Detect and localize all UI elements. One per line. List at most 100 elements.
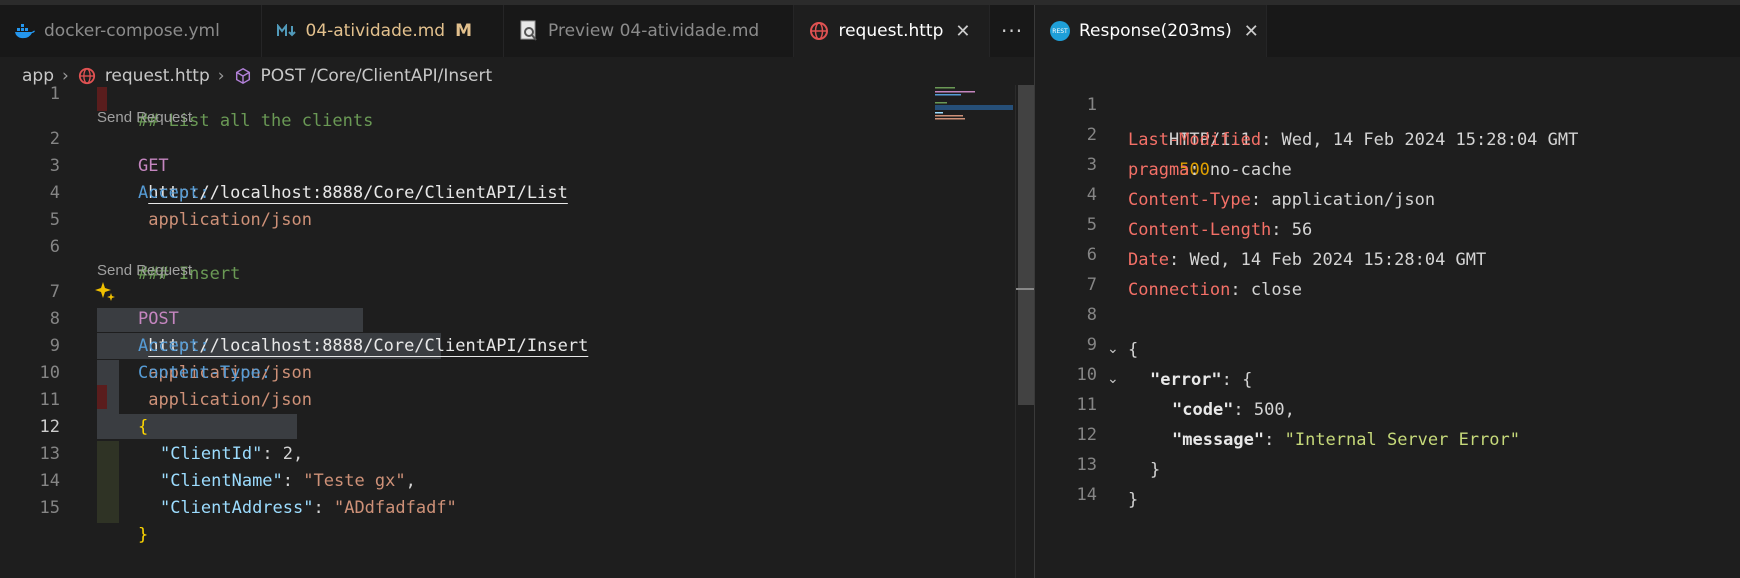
editor-tabbar: docker-compose.yml 04-atividade.md M Pre… xyxy=(0,5,1034,57)
fold-chevron-icon[interactable]: ⌄ xyxy=(1107,371,1119,387)
code-line[interactable]: "ClientId": 2, xyxy=(119,414,303,464)
tab-label: 04-atividade.md xyxy=(305,21,446,41)
line-number: 3 xyxy=(1086,155,1097,175)
line-number: 12 xyxy=(1076,425,1097,445)
json-line: } xyxy=(1150,455,1160,485)
json-key: "error" xyxy=(1150,370,1222,390)
globe-icon xyxy=(808,20,830,42)
code-line[interactable]: ### Insert xyxy=(97,234,240,284)
line-number: 7 xyxy=(49,282,60,302)
line-number: 14 xyxy=(39,471,60,491)
header-value: application/json xyxy=(148,210,312,230)
line-number: 13 xyxy=(39,444,60,464)
editor-group-response: REST Response(203ms) ✕ 1 2 3 4 5 6 7 8 9… xyxy=(1035,5,1740,578)
close-icon[interactable]: ✕ xyxy=(1244,21,1259,42)
json-key: "message" xyxy=(1172,430,1265,450)
line-number: 10 xyxy=(39,363,60,383)
vertical-scrollbar[interactable] xyxy=(1015,85,1035,578)
header-key: Date xyxy=(1128,250,1169,270)
line-number: 6 xyxy=(49,237,60,257)
tab-response[interactable]: REST Response(203ms) ✕ xyxy=(1035,5,1267,57)
code-line[interactable]: } xyxy=(97,495,148,545)
json-line: "message": "Internal Server Error" xyxy=(1172,430,1521,450)
header-value: application/json xyxy=(148,390,312,410)
header-key: pragma xyxy=(1128,160,1190,180)
chevron-right-icon: › xyxy=(62,66,69,86)
header-value: no-cache xyxy=(1209,160,1292,180)
line-number: 15 xyxy=(39,498,60,518)
globe-icon xyxy=(77,66,97,86)
line-number: 11 xyxy=(1076,395,1097,415)
editor-group-left: docker-compose.yml 04-atividade.md M Pre… xyxy=(0,5,1035,578)
json-line: "code": 500, xyxy=(1172,400,1295,420)
header-value: 56 xyxy=(1291,220,1313,240)
tab-preview-md[interactable]: Preview 04-atividade.md xyxy=(504,5,795,57)
json-colon: : xyxy=(313,498,334,518)
close-icon[interactable]: ✕ xyxy=(955,21,970,42)
line-number: 8 xyxy=(49,309,60,329)
line-number: 4 xyxy=(1086,185,1097,205)
header-key: Accept: xyxy=(137,183,210,203)
code-line[interactable]: { xyxy=(97,387,148,437)
response-header: Date: Wed, 14 Feb 2024 15:28:04 GMT xyxy=(1128,250,1487,270)
tab-atividade-md[interactable]: 04-atividade.md M xyxy=(262,5,505,57)
json-string: "Internal Server Error" xyxy=(1284,430,1521,450)
line-number: 2 xyxy=(49,129,60,149)
line-number: 9 xyxy=(1086,335,1097,355)
svg-text:REST: REST xyxy=(1052,28,1068,35)
json-brace: } xyxy=(1128,490,1139,510)
line-number: 3 xyxy=(49,156,60,176)
minimap[interactable] xyxy=(935,85,1013,125)
code-line[interactable]: GET http://localhost:8888/Core/ClientAPI… xyxy=(97,126,568,203)
header-value: Wed, 14 Feb 2024 15:28:04 GMT xyxy=(1281,130,1579,150)
response-header: pragma: no-cache xyxy=(1128,160,1292,180)
tab-docker-compose[interactable]: docker-compose.yml xyxy=(0,5,262,57)
line-number: 13 xyxy=(1076,455,1097,475)
json-key: "code" xyxy=(1172,400,1234,420)
json-brace: { xyxy=(1128,340,1139,360)
code-line[interactable]: Accept: application/json xyxy=(97,306,312,383)
fold-chevron-icon[interactable]: ⌄ xyxy=(1107,341,1119,357)
response-header: Content-Type: application/json xyxy=(1128,190,1436,210)
line-number: 14 xyxy=(1076,485,1097,505)
markdown-icon xyxy=(276,20,298,42)
header-key: Content-Type xyxy=(1128,190,1251,210)
preview-icon xyxy=(518,20,540,42)
response-header: Content-Length: 56 xyxy=(1128,220,1313,240)
json-line: "error": { xyxy=(1150,365,1252,395)
more-actions-icon[interactable]: ··· xyxy=(990,5,1034,57)
modified-indicator: M xyxy=(455,21,472,41)
line-number: 1 xyxy=(49,84,60,104)
header-key: Content-Length xyxy=(1128,220,1272,240)
json-string: "ADdfadfadf" xyxy=(333,498,457,518)
line-number: 1 xyxy=(1086,95,1097,115)
tab-label: Preview 04-atividade.md xyxy=(548,21,760,41)
code-line[interactable]: Accept: application/json xyxy=(97,153,312,230)
tab-request-http[interactable]: request.http ✕ xyxy=(794,5,991,57)
code-line[interactable]: "ClientAddress": "ADdfadfadf" xyxy=(119,468,457,518)
header-key: Last-Modified xyxy=(1128,130,1262,150)
header-key: Connection xyxy=(1128,280,1231,300)
code-line[interactable]: POST http://localhost:8888/Core/ClientAP… xyxy=(97,279,588,356)
json-brace: : { xyxy=(1221,370,1253,390)
rest-client-icon: REST xyxy=(1049,20,1071,42)
code-line[interactable]: "ClientName": "Teste gx", xyxy=(119,441,416,491)
json-line: } xyxy=(1128,485,1138,515)
request-url[interactable]: http://localhost:8888/Core/ClientAPI/Lis… xyxy=(148,183,568,203)
json-brace: } xyxy=(1150,460,1161,480)
line-number: 7 xyxy=(1086,275,1097,295)
tab-label: docker-compose.yml xyxy=(44,21,220,41)
response-tabbar: REST Response(203ms) ✕ xyxy=(1035,5,1740,57)
response-header: Connection: close xyxy=(1128,280,1303,300)
line-number: 2 xyxy=(1086,125,1097,145)
line-number: 10 xyxy=(1076,365,1097,385)
scrollbar-thumb[interactable] xyxy=(1018,85,1034,405)
send-request-link[interactable]: Send Request xyxy=(97,261,192,281)
json-number: 500 xyxy=(1253,400,1285,420)
line-number: 11 xyxy=(39,390,60,410)
send-request-link[interactable]: Send Request xyxy=(97,108,192,128)
line-number: 4 xyxy=(49,183,60,203)
sparkle-icon[interactable] xyxy=(95,281,115,301)
code-line[interactable]: Content-Type: application/json xyxy=(97,333,312,410)
code-line[interactable]: ## List all the clients xyxy=(97,81,373,131)
